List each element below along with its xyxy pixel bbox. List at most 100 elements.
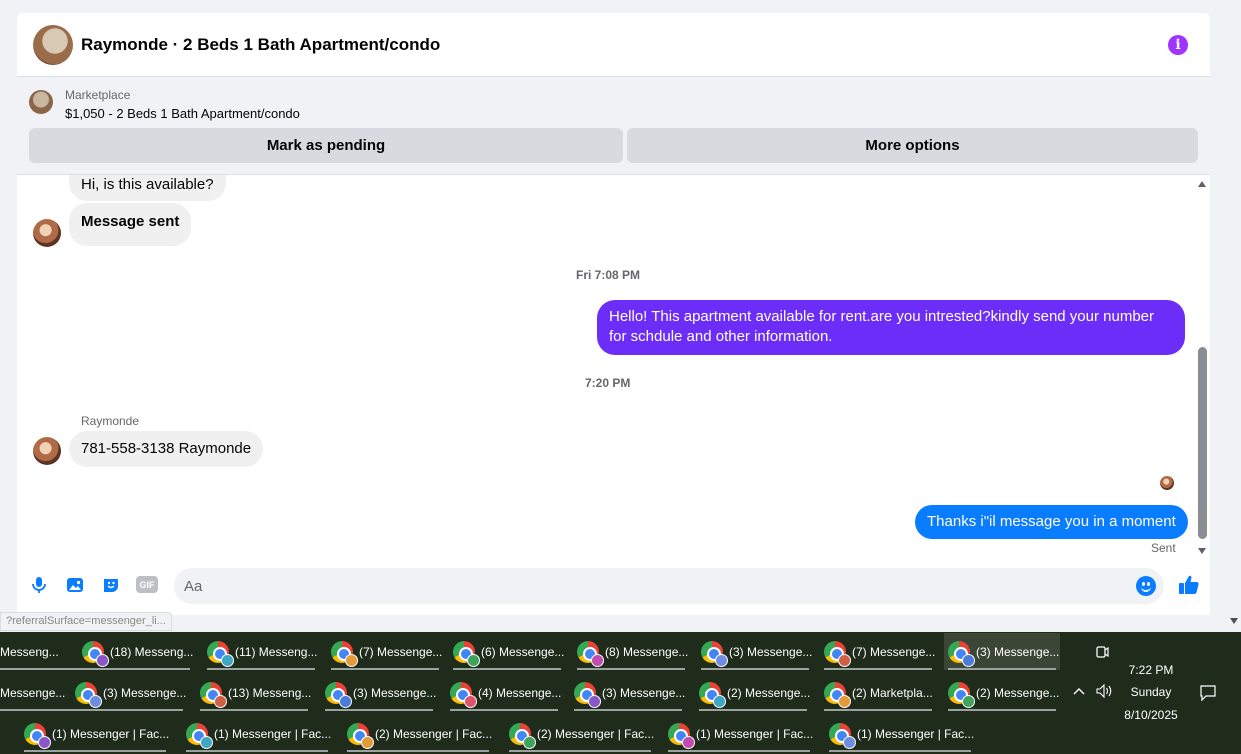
taskbar-window-button[interactable]: (1) Messenger | Fac... xyxy=(182,715,332,752)
taskbar-window-button[interactable]: (3) Messenge... xyxy=(71,674,187,711)
taskbar-window-label: (2) Messenger | Fac... xyxy=(537,726,655,741)
taskbar-window-button[interactable]: (1) Messenger | Fac... xyxy=(825,715,975,752)
chat-title[interactable]: Raymonde · 2 Beds 1 Bath Apartment/condo xyxy=(81,35,440,55)
message-bubble[interactable]: Hello! This apartment available for rent… xyxy=(597,300,1185,355)
taskbar-window-button[interactable]: (1) Messenger | Fac... xyxy=(664,715,814,752)
taskbar-window-label: (2) Marketpla... xyxy=(852,685,933,700)
taskbar-window-button[interactable]: (2) Messenger | Fac... xyxy=(343,715,493,752)
chrome-icon xyxy=(75,681,102,708)
sender-name: Raymonde xyxy=(81,414,140,428)
info-icon[interactable]: i xyxy=(1168,35,1188,55)
scrollbar-thumb[interactable] xyxy=(1198,347,1207,539)
message-bubble[interactable]: 781-558-3138 Raymonde xyxy=(69,431,264,467)
message-input[interactable] xyxy=(174,568,1094,604)
microphone-icon[interactable] xyxy=(29,575,49,595)
chrome-icon xyxy=(509,722,536,749)
profile-badge-icon xyxy=(361,735,374,749)
taskbar-window-button[interactable]: (2) Messenge... xyxy=(695,674,811,711)
taskbar-window-button[interactable]: (2) Messenger | Fac... xyxy=(505,715,655,752)
more-options-button[interactable]: More options xyxy=(627,128,1198,163)
message-bubble[interactable]: Thanks i"il message you in a moment xyxy=(915,505,1188,539)
taskbar-window-button[interactable]: (3) Messenge... xyxy=(944,633,1060,670)
taskbar-window-button[interactable]: (2) Marketpla... xyxy=(820,674,936,711)
meet-now-icon[interactable] xyxy=(1095,644,1109,660)
taskbar-window-label: (6) Messenge... xyxy=(481,644,565,659)
taskbar-window-button[interactable]: (7) Messenge... xyxy=(327,633,443,670)
windows-taskbar: Messeng... (18) Messeng... (11) Messeng...… xyxy=(0,632,1241,754)
clock-day[interactable]: Sunday xyxy=(1118,685,1184,699)
open-window-indicator xyxy=(574,709,682,711)
message-bubble[interactable]: Hi, is this available? xyxy=(69,175,226,201)
clock-time[interactable]: 7:22 PM xyxy=(1118,663,1184,677)
taskbar-window-label: (2) Messenger | Fac... xyxy=(375,726,493,741)
taskbar-window-button[interactable]: (7) Messenge... xyxy=(820,633,936,670)
scroll-down-arrow[interactable] xyxy=(1198,548,1206,554)
taskbar-window-label: (3) Messenge... xyxy=(729,644,813,659)
chrome-icon xyxy=(824,640,851,667)
taskbar-window-button[interactable]: (6) Messenge... xyxy=(449,633,565,670)
message-bubble[interactable]: Message sent xyxy=(69,203,192,246)
chrome-icon xyxy=(24,722,51,749)
taskbar-window-label: (1) Messenger | Fac... xyxy=(52,726,170,741)
taskbar-window-button[interactable]: (18) Messeng... xyxy=(78,633,194,670)
profile-badge-icon xyxy=(345,653,358,667)
profile-badge-icon xyxy=(96,653,109,667)
open-window-indicator xyxy=(325,709,433,711)
photo-icon[interactable] xyxy=(65,575,85,595)
page-scroll-down-arrow[interactable] xyxy=(1230,618,1238,624)
taskbar-window-button[interactable]: (1) Messenger | Fac... xyxy=(20,715,170,752)
taskbar-window-label: (11) Messeng... xyxy=(235,644,318,659)
speaker-icon[interactable] xyxy=(1095,684,1113,698)
open-window-indicator xyxy=(82,668,190,670)
listing-thumbnail[interactable] xyxy=(29,90,53,114)
chrome-icon xyxy=(948,681,975,708)
profile-badge-icon xyxy=(214,694,227,708)
clock-date[interactable]: 8/10/2025 xyxy=(1118,708,1184,722)
open-window-indicator xyxy=(824,668,932,670)
taskbar-window-button[interactable]: (11) Messeng... xyxy=(203,633,319,670)
taskbar-window-label: (13) Messeng... xyxy=(228,685,312,700)
taskbar-window-button[interactable]: (3) Messenge... xyxy=(697,633,813,670)
profile-badge-icon xyxy=(221,653,234,667)
taskbar-window-label: (3) Messenge... xyxy=(976,644,1060,659)
mark-as-pending-button[interactable]: Mark as pending xyxy=(29,128,623,163)
profile-badge-icon xyxy=(962,694,975,708)
listing-summary[interactable]: $1,050 - 2 Beds 1 Bath Apartment/condo xyxy=(65,106,300,121)
emoji-icon[interactable] xyxy=(1136,576,1156,596)
chevron-up-icon[interactable] xyxy=(1072,686,1086,696)
taskbar-window-label: (4) Messenge... xyxy=(478,685,562,700)
thread-scrollbar[interactable] xyxy=(1195,175,1210,558)
taskbar-window-label: Messeng... xyxy=(0,644,59,659)
taskbar-window-button[interactable]: (13) Messeng... xyxy=(196,674,312,711)
chrome-icon xyxy=(453,640,480,667)
listing-avatar[interactable] xyxy=(33,24,73,65)
chrome-icon xyxy=(331,640,358,667)
taskbar-window-button[interactable]: (2) Messenge... xyxy=(944,674,1060,711)
profile-badge-icon xyxy=(962,653,975,667)
chrome-icon xyxy=(574,681,601,708)
taskbar-window-button[interactable]: (4) Messenge... xyxy=(446,674,562,711)
notification-icon[interactable] xyxy=(1199,684,1217,702)
scroll-up-arrow[interactable] xyxy=(1198,181,1206,187)
chat-header: Raymonde · 2 Beds 1 Bath Apartment/condo… xyxy=(17,13,1210,77)
chrome-icon xyxy=(325,681,352,708)
taskbar-window-button[interactable]: (3) Messenge... xyxy=(321,674,437,711)
chat-panel: Raymonde · 2 Beds 1 Bath Apartment/condo… xyxy=(17,13,1210,615)
taskbar-window-button[interactable]: (8) Messenge... xyxy=(573,633,689,670)
open-window-indicator xyxy=(948,709,1056,711)
open-window-indicator xyxy=(186,750,328,752)
profile-badge-icon xyxy=(715,653,728,667)
open-window-indicator xyxy=(668,750,810,752)
sticker-icon[interactable] xyxy=(101,575,121,595)
chrome-icon xyxy=(186,722,213,749)
contact-avatar[interactable] xyxy=(33,437,61,465)
contact-avatar[interactable] xyxy=(33,219,61,247)
chrome-icon xyxy=(207,640,234,667)
profile-badge-icon xyxy=(588,694,601,708)
thumbs-up-icon[interactable] xyxy=(1178,574,1200,596)
profile-badge-icon xyxy=(843,735,856,749)
gif-icon[interactable]: GIF xyxy=(136,576,158,593)
message-input-container xyxy=(174,568,1164,604)
composer: GIF xyxy=(17,563,1210,609)
taskbar-window-button[interactable]: (3) Messenge... xyxy=(570,674,686,711)
